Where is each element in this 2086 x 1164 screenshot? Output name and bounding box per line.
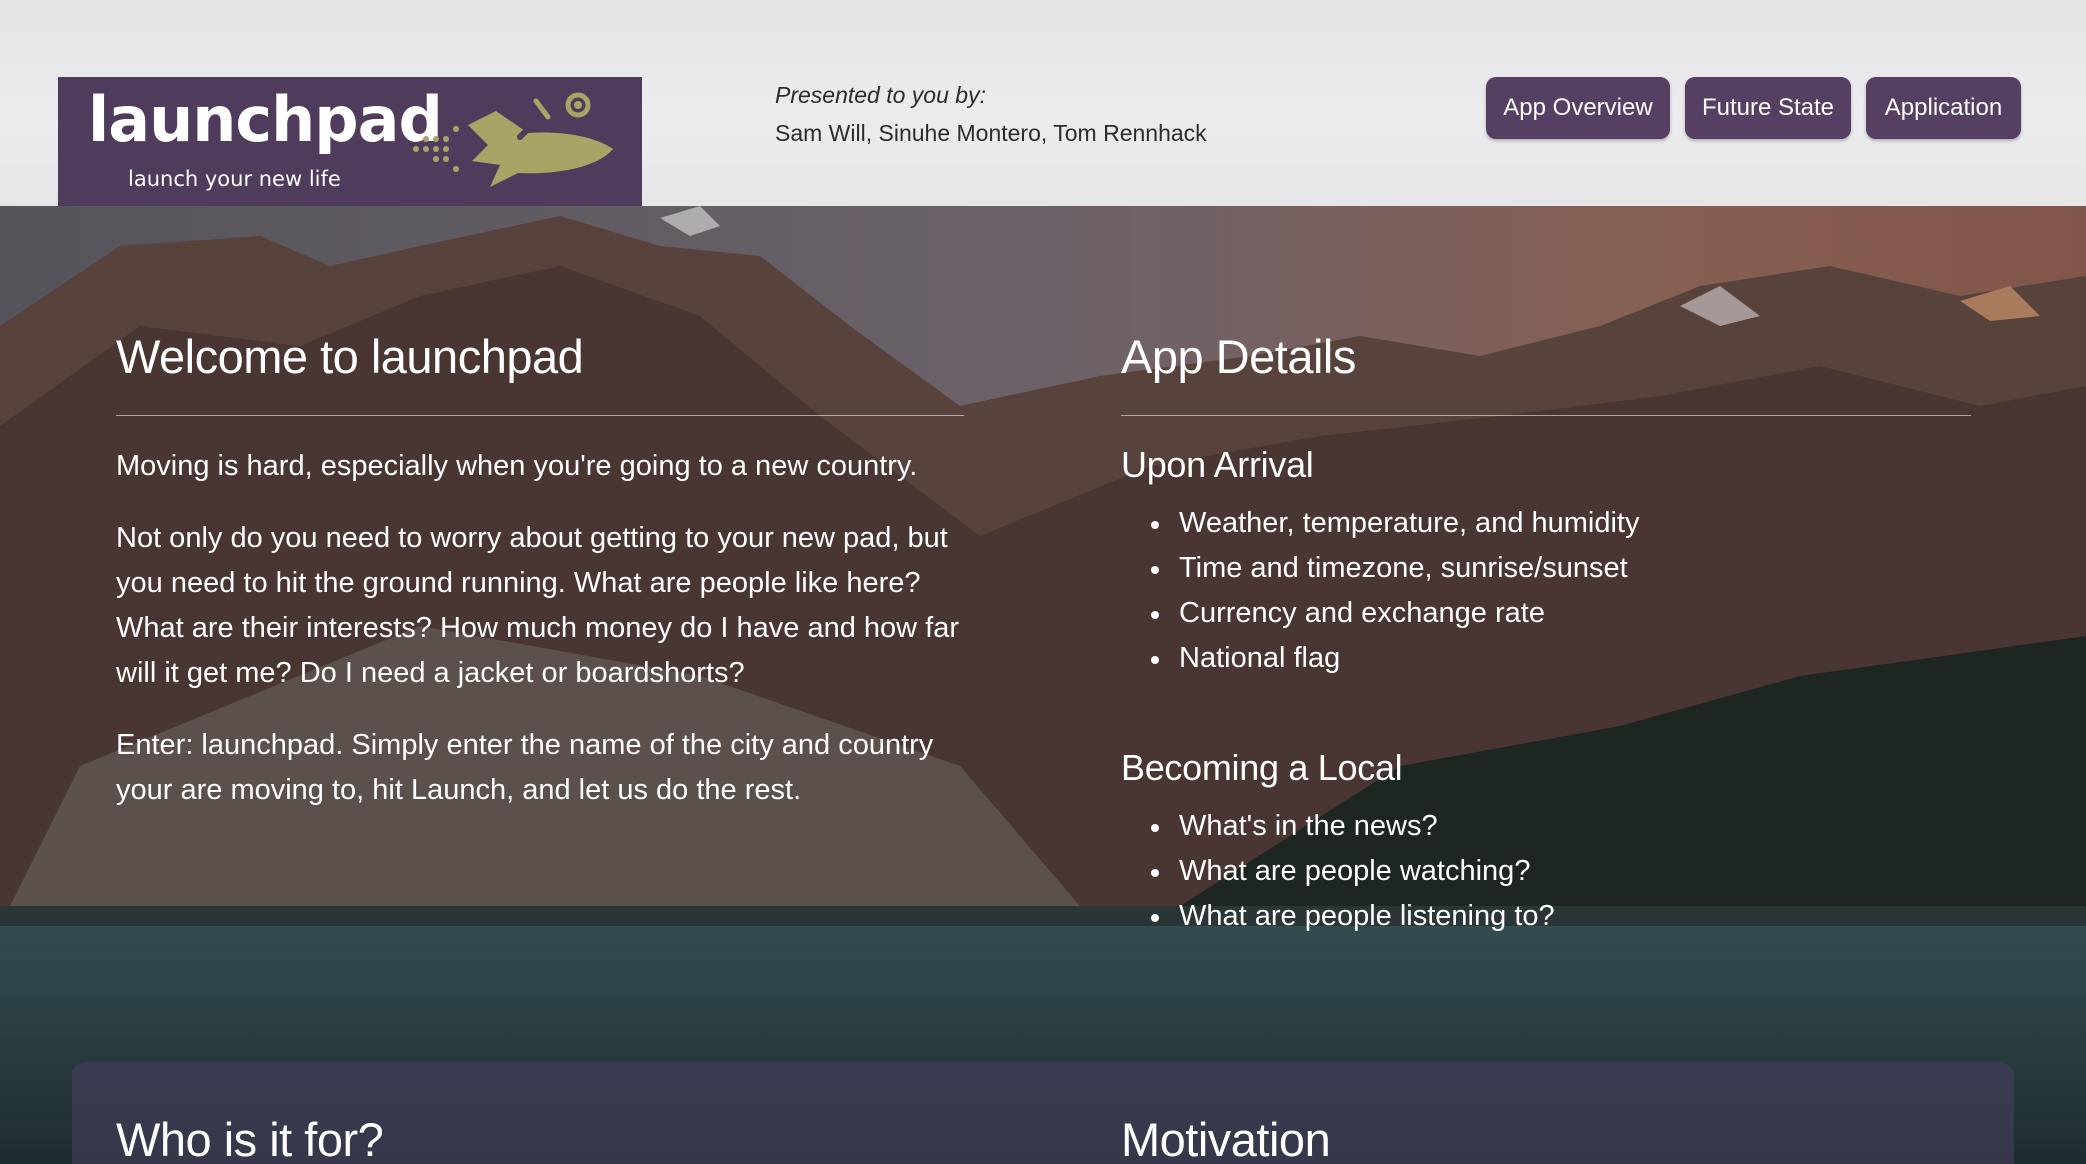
becoming-local-list: What's in the news? What are people watc… (1121, 804, 1555, 939)
list-item: What are people listening to? (1121, 894, 1555, 939)
list-item: National flag (1121, 636, 1640, 681)
list-item: Weather, temperature, and humidity (1121, 501, 1640, 546)
upon-arrival-list: Weather, temperature, and humidity Time … (1121, 501, 1640, 681)
welcome-divider (116, 415, 964, 416)
logo-wordmark: launchpad (88, 83, 443, 156)
who-is-it-for-title: Who is it for? (116, 1113, 384, 1164)
welcome-paragraph-1: Moving is hard, especially when you're g… (116, 450, 918, 482)
hero-section: Welcome to launchpad Moving is hard, esp… (0, 206, 2086, 1164)
upon-arrival-title: Upon Arrival (1121, 444, 1314, 485)
logo-tagline: launch your new life (128, 167, 341, 191)
lower-info-panel: Who is it for? Motivation (72, 1062, 2014, 1164)
nav-app-overview-button[interactable]: App Overview (1486, 77, 1670, 139)
rocket-icon (413, 92, 613, 187)
list-item: What are people watching? (1121, 849, 1555, 894)
nav-future-state-button[interactable]: Future State (1685, 77, 1851, 139)
welcome-paragraph-3: Enter: launchpad. Simply enter the name … (116, 729, 934, 806)
launchpad-logo[interactable]: launchpad launch your new life (58, 77, 642, 206)
app-details-title: App Details (1121, 330, 1356, 383)
authors-text: Sam Will, Sinuhe Montero, Tom Rennhack (775, 120, 1207, 146)
motivation-title: Motivation (1121, 1113, 1331, 1164)
app-details-divider (1121, 415, 1971, 416)
becoming-local-title: Becoming a Local (1121, 747, 1403, 788)
site-header: launchpad launch your new life Presented… (0, 0, 2086, 206)
nav-application-button[interactable]: Application (1866, 77, 2021, 139)
presented-by-label: Presented to you by: (775, 82, 986, 108)
list-item: Time and timezone, sunrise/sunset (1121, 546, 1640, 591)
list-item: What's in the news? (1121, 804, 1555, 849)
welcome-paragraph-2: Not only do you need to worry about gett… (116, 522, 960, 689)
list-item: Currency and exchange rate (1121, 591, 1640, 636)
welcome-title: Welcome to launchpad (116, 330, 584, 383)
